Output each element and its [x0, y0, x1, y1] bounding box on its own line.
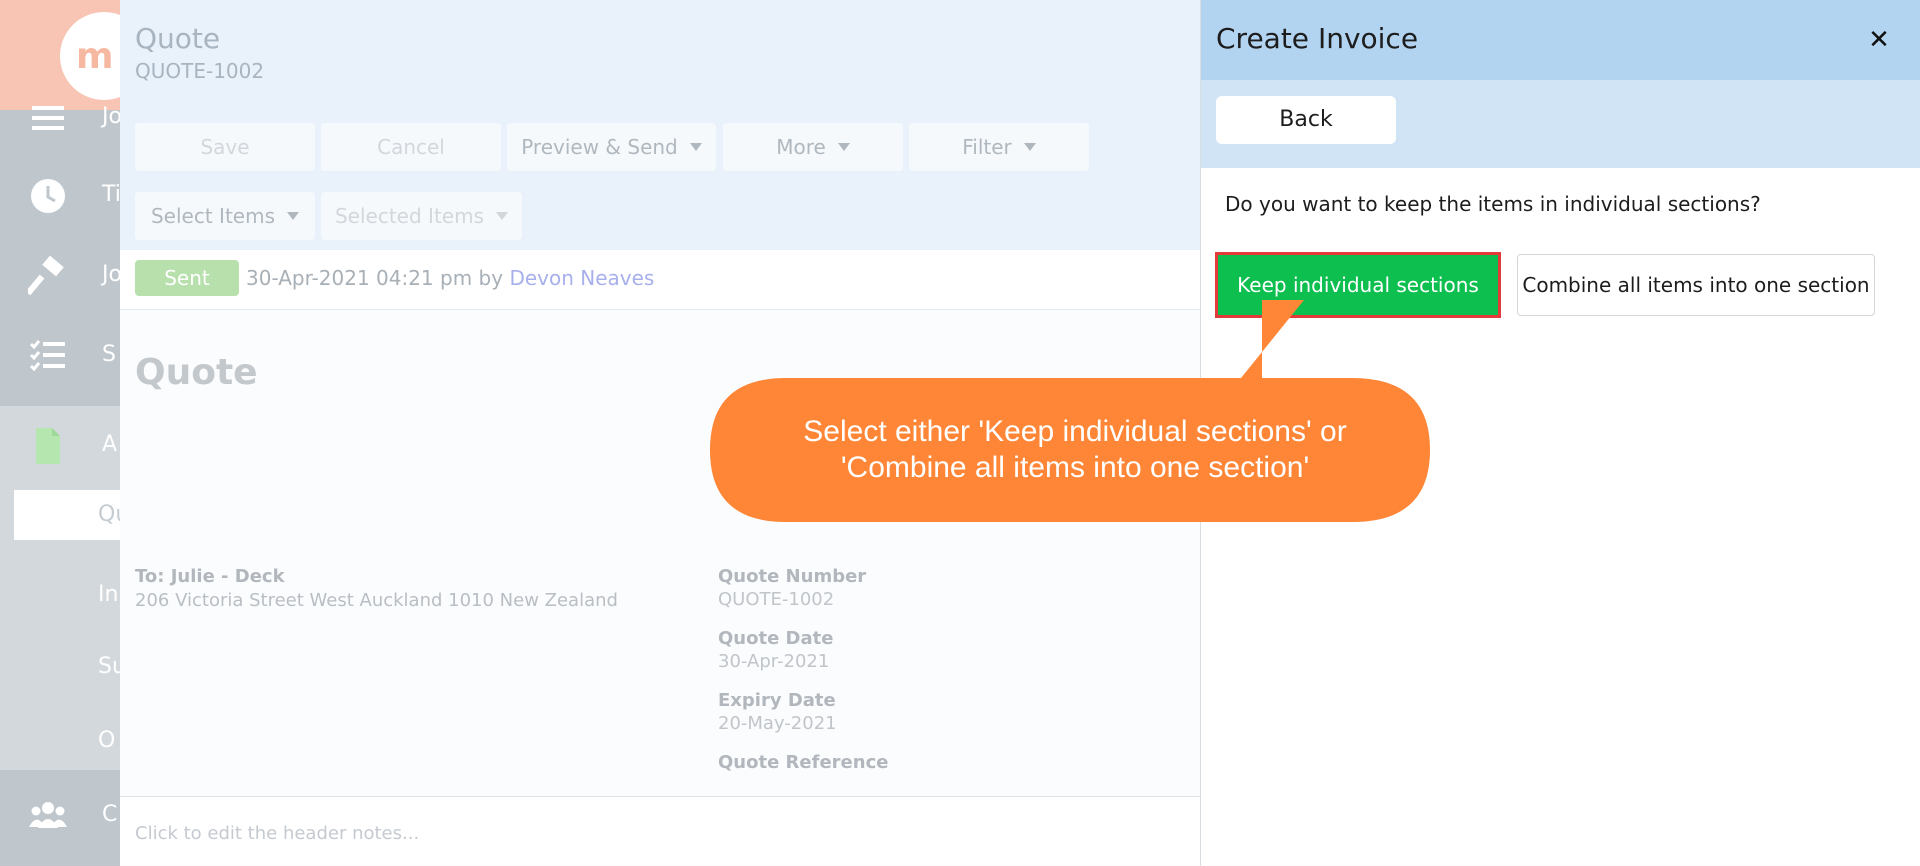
document-icon [36, 428, 60, 464]
clock-icon [31, 179, 65, 213]
sidebar-item-label: Ti [102, 182, 120, 207]
close-icon[interactable]: ✕ [1861, 22, 1897, 58]
panel-title: Create Invoice [1216, 22, 1419, 55]
chevron-down-icon [1023, 142, 1036, 151]
sidebar-item-label: C [102, 802, 118, 827]
quote-number: QUOTE-1002 [135, 59, 265, 83]
sidebar-item-contacts[interactable]: C [0, 776, 120, 856]
quote-title-block: Quote QUOTE-1002 [135, 22, 264, 83]
more-label: More [776, 135, 826, 159]
field-quote-number: Quote Number QUOTE-1002 [718, 566, 888, 610]
chevron-down-icon [837, 142, 850, 151]
header-notes-placeholder: Click to edit the header notes... [135, 823, 420, 844]
sidebar-subitem-quotes[interactable]: Qu [14, 490, 120, 540]
field-label: Quote Date [718, 628, 834, 649]
sidebar-subitem-suppliers[interactable]: Su [14, 642, 120, 692]
hammer-icon [28, 256, 64, 296]
selected-items-label: Selected Items [334, 204, 484, 228]
recipient-block: To: Julie - Deck 206 Victoria Street Wes… [135, 566, 618, 611]
field-quote-reference: Quote Reference [718, 752, 888, 773]
sidebar-subitem-orders[interactable]: O [14, 716, 120, 766]
status-text: 30-Apr-2021 04:21 pm by Devon Neaves [246, 266, 654, 290]
status-timestamp: 30-Apr-2021 04:21 pm by [246, 266, 504, 290]
callout-line-1: Select either 'Keep individual sections'… [803, 415, 1347, 448]
left-sidebar: m Jo Ti Jo S A Qu In Su O C [0, 0, 120, 866]
selected-items-dropdown[interactable]: Selected Items [321, 192, 522, 240]
sidebar-item-label: Jo [102, 262, 120, 287]
preview-send-label: Preview & Send [521, 135, 678, 159]
sidebar-item-label: A [102, 432, 118, 457]
filter-dropdown[interactable]: Filter [909, 123, 1089, 171]
people-icon [29, 802, 67, 828]
field-value: 20-May-2021 [718, 713, 837, 734]
field-label: Expiry Date [718, 690, 836, 711]
chevron-down-icon [689, 142, 702, 151]
sidebar-item-label: Jo [102, 104, 120, 129]
filter-label: Filter [962, 135, 1012, 159]
recipient-name: To: Julie - Deck [135, 566, 285, 587]
recipient-address: 206 Victoria Street West Auckland 1010 N… [135, 590, 618, 611]
callout-text: Select either 'Keep individual sections'… [750, 414, 1400, 486]
save-button[interactable]: Save [135, 123, 315, 171]
field-quote-date: Quote Date 30-Apr-2021 [718, 628, 888, 672]
sidebar-accounts-section: A Qu In Su O [0, 406, 120, 770]
logo-text: m [76, 36, 114, 77]
sidebar-item-jobs[interactable]: Jo [0, 236, 120, 316]
quote-fields: Quote Number QUOTE-1002 Quote Date 30-Ap… [718, 566, 888, 791]
document-title: Quote [135, 352, 258, 393]
cancel-button-label: Cancel [377, 135, 445, 159]
callout-bubble [710, 300, 1430, 522]
save-button-label: Save [200, 135, 250, 159]
field-expiry-date: Expiry Date 20-May-2021 [718, 690, 888, 734]
chevron-down-icon [287, 211, 299, 220]
sidebar-subitem-label: In [98, 582, 119, 607]
sidebar-subitem-label: O [98, 728, 116, 753]
sidebar-item-schedule[interactable]: S [0, 316, 120, 396]
field-value: QUOTE-1002 [718, 589, 835, 610]
status-user-link[interactable]: Devon Neaves [509, 266, 654, 290]
status-badge: Sent [135, 260, 239, 296]
sidebar-subitem-label: Qu [98, 502, 120, 527]
checklist-icon [29, 340, 65, 372]
panel-header: Create Invoice ✕ [1201, 0, 1920, 80]
quote-heading: Quote [135, 22, 221, 55]
panel-toolbar: Back [1201, 80, 1920, 168]
select-items-label: Select Items [150, 204, 275, 228]
sidebar-item-time[interactable]: Ti [0, 156, 120, 236]
field-value: 30-Apr-2021 [718, 651, 830, 672]
sidebar-item-jobs-menu[interactable]: Jo [0, 78, 120, 158]
cancel-button[interactable]: Cancel [321, 123, 501, 171]
quote-header: Quote QUOTE-1002 Save Cancel Preview & S… [120, 0, 1200, 250]
field-label: Quote Reference [718, 752, 889, 773]
field-label: Quote Number [718, 566, 867, 587]
sidebar-item-accounts[interactable]: A [0, 406, 120, 486]
back-button[interactable]: Back [1216, 96, 1396, 144]
combine-all-items-button[interactable]: Combine all items into one section [1517, 254, 1875, 316]
header-notes-area[interactable]: Click to edit the header notes... [120, 796, 1200, 866]
more-dropdown[interactable]: More [723, 123, 903, 171]
select-items-dropdown[interactable]: Select Items [135, 192, 315, 240]
callout-line-2: 'Combine all items into one section' [840, 451, 1310, 484]
preview-send-dropdown[interactable]: Preview & Send [507, 123, 716, 171]
section-question: Do you want to keep the items in individ… [1225, 192, 1761, 216]
chevron-down-icon [496, 211, 508, 220]
sidebar-subitem-invoices[interactable]: In [14, 570, 120, 620]
sidebar-item-label: S [102, 342, 116, 367]
sidebar-subitem-label: Su [98, 654, 120, 679]
menu-icon [32, 106, 64, 130]
tutorial-callout: Select either 'Keep individual sections'… [710, 294, 1440, 524]
